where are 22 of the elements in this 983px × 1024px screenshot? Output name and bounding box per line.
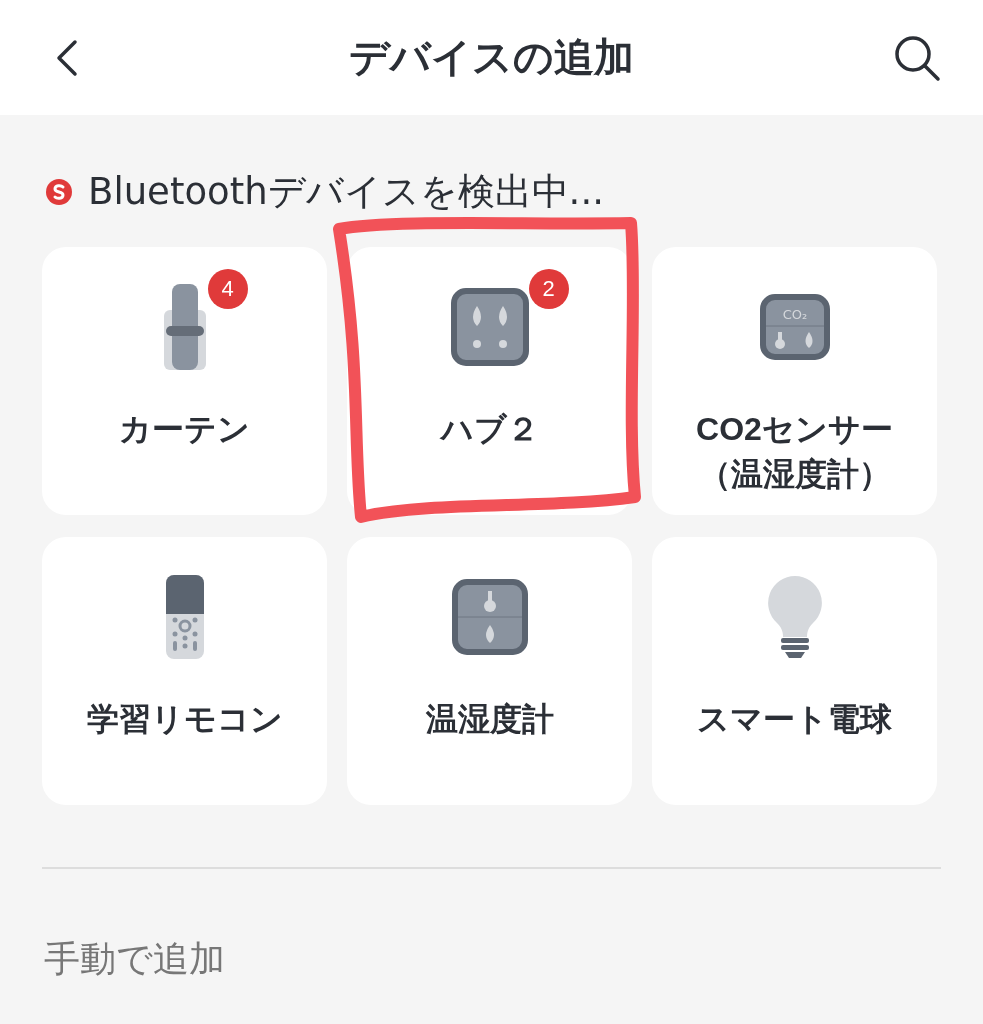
scanning-status: Bluetoothデバイスを検出中...	[88, 169, 604, 215]
device-name: カーテン	[118, 410, 251, 449]
device-card[interactable]: スマート電球	[652, 537, 937, 805]
page-title: デバイスの追加	[349, 33, 634, 82]
device-name: 学習リモコン	[85, 700, 284, 739]
curtain-robot-icon	[161, 282, 208, 372]
device-name: CO2センサー（温湿度計）	[695, 410, 894, 494]
co2-sensor-icon: CO₂	[759, 294, 830, 360]
count-badge: 2	[528, 269, 569, 309]
hub-icon	[450, 288, 529, 366]
app-logo-icon	[46, 179, 72, 205]
device-name: ハブ２	[438, 410, 540, 449]
device-card[interactable]: 学習リモコン	[42, 537, 327, 805]
device-card[interactable]: 4 カーテン	[42, 247, 327, 515]
section-title: 手動で追加	[43, 937, 226, 981]
remote-control-icon	[164, 574, 205, 660]
thermo-hygrometer-icon	[451, 579, 528, 655]
device-name: 温湿度計	[424, 700, 555, 739]
count-badge: 4	[207, 269, 248, 309]
device-name: スマート電球	[696, 700, 893, 739]
device-card[interactable]: 温湿度計	[347, 537, 632, 805]
device-card[interactable]: CO₂ CO2センサー（温湿度計）	[652, 247, 937, 515]
